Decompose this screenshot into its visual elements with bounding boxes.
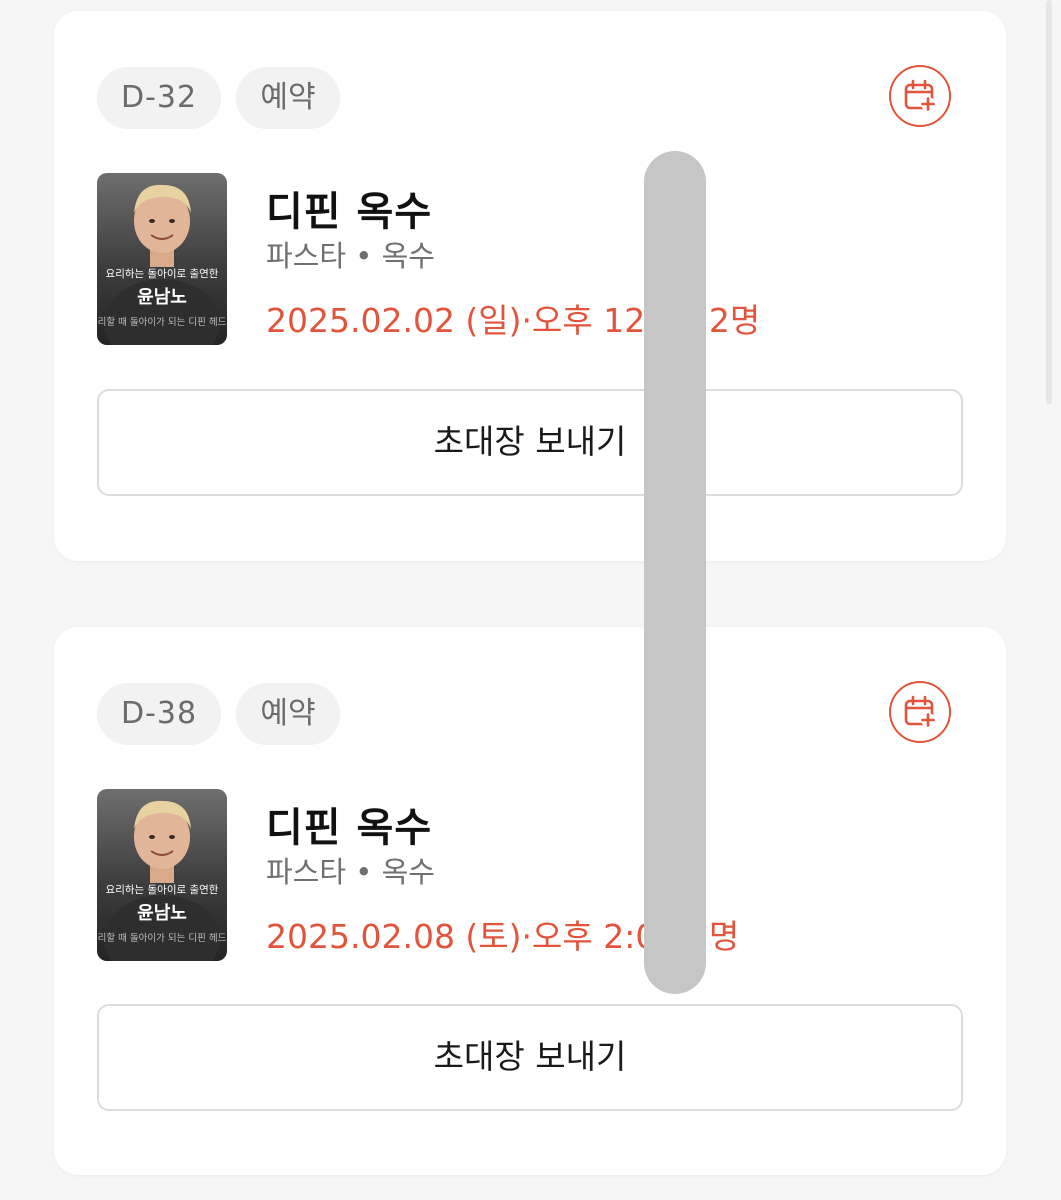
category-label: 파스타	[266, 239, 347, 273]
calendar-plus-icon	[904, 695, 935, 727]
send-invitation-button[interactable]: 초대장 보내기	[97, 389, 963, 496]
page-scrollbar[interactable]	[1046, 0, 1052, 404]
restaurant-thumbnail: 요리하는 돌아이로 출연한 윤남노 리할 때 돌아이가 되는 디핀 헤드	[97, 173, 227, 345]
thumbnail-caption-top: 요리하는 돌아이로 출연한	[106, 883, 219, 896]
restaurant-name: 디핀 옥수	[266, 805, 433, 851]
restaurant-name: 디핀 옥수	[266, 189, 433, 235]
calendar-plus-icon	[904, 79, 935, 111]
reservation-list-screen: D-32 예약 요리하는 돌아이로 출연한 윤남노 리할 때 돌아이가 되는 디…	[0, 0, 1061, 1200]
add-to-calendar-button[interactable]	[889, 65, 951, 127]
restaurant-thumbnail: 요리하는 돌아이로 출연한 윤남노 리할 때 돌아이가 되는 디핀 헤드	[97, 789, 227, 961]
dot-separator: •	[355, 239, 382, 273]
d-day-badge: D-32	[97, 67, 221, 129]
reservation-card[interactable]: D-38 예약 요리하는 돌아이로 출연한 윤남노 리할 때 돌아이가 되는 디…	[54, 627, 1006, 1175]
thumbnail-caption-bottom: 리할 때 돌아이가 되는 디핀 헤드	[98, 932, 227, 944]
location-label: 옥수	[381, 855, 435, 889]
restaurant-meta: 파스타 • 옥수	[266, 233, 435, 275]
category-label: 파스타	[266, 855, 347, 889]
dot-separator: •	[355, 855, 382, 889]
scrollbar-thumb[interactable]	[644, 151, 706, 994]
restaurant-meta: 파스타 • 옥수	[266, 849, 435, 891]
location-label: 옥수	[381, 239, 435, 273]
thumbnail-name: 윤남노	[137, 287, 187, 308]
status-badge: 예약	[236, 67, 340, 129]
send-invitation-button[interactable]: 초대장 보내기	[97, 1004, 963, 1111]
status-badge: 예약	[236, 683, 340, 745]
thumbnail-name: 윤남노	[137, 903, 187, 924]
thumbnail-caption-bottom: 리할 때 돌아이가 되는 디핀 헤드	[98, 316, 227, 328]
d-day-badge: D-38	[97, 683, 221, 745]
reservation-card[interactable]: D-32 예약 요리하는 돌아이로 출연한 윤남노 리할 때 돌아이가 되는 디…	[54, 11, 1006, 561]
add-to-calendar-button[interactable]	[889, 681, 951, 743]
thumbnail-caption-top: 요리하는 돌아이로 출연한	[106, 267, 219, 280]
